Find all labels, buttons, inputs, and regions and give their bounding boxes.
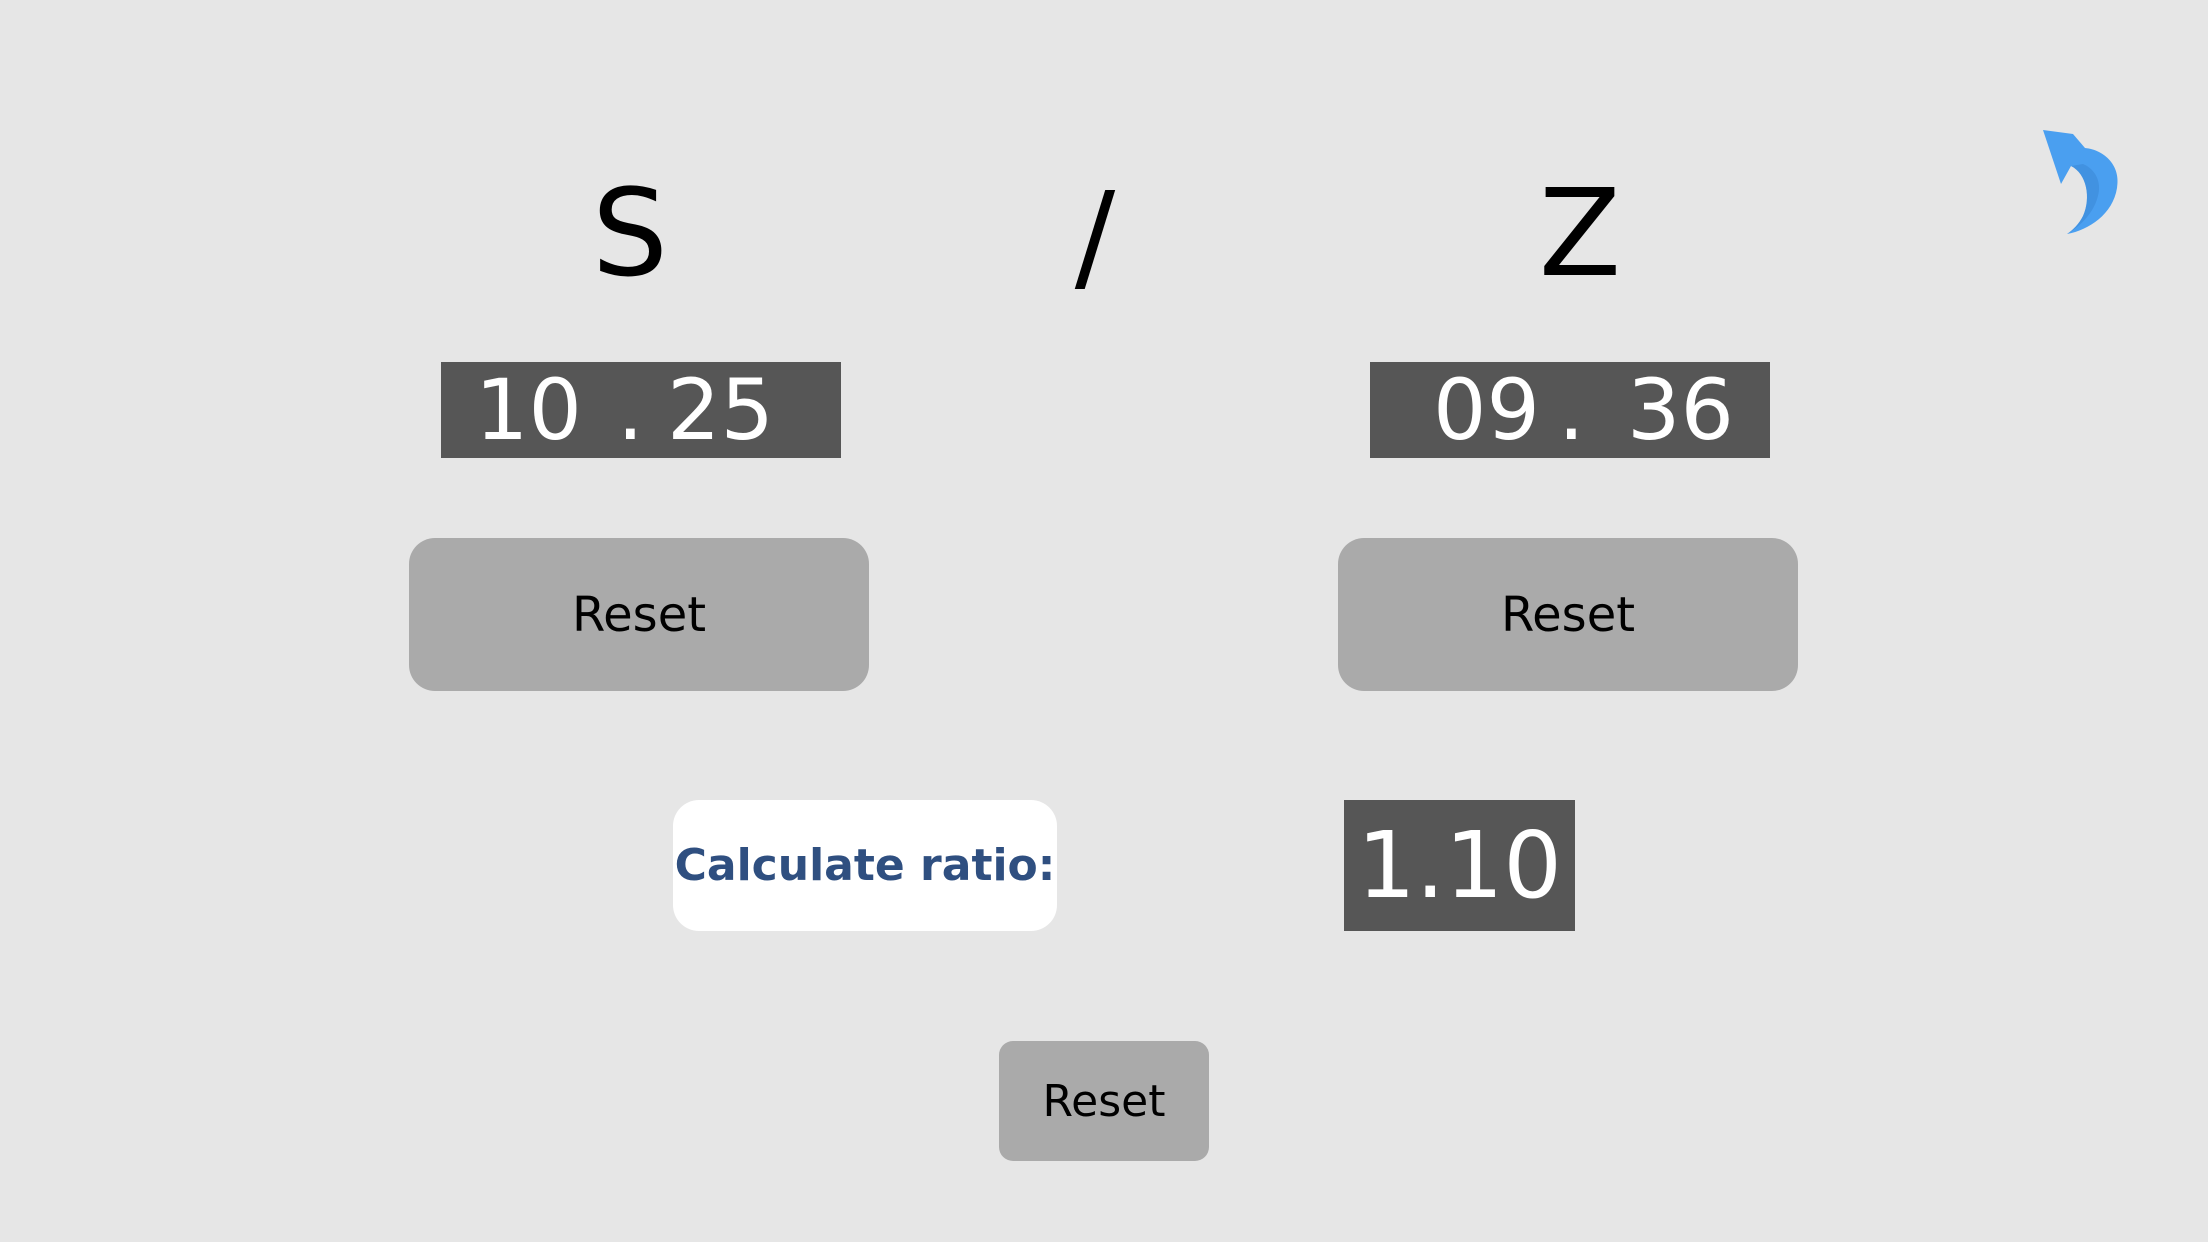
timer-s-dot: . — [617, 361, 644, 459]
back-button[interactable] — [2043, 126, 2127, 236]
ratio-separator: / — [1074, 168, 1116, 307]
reset-all-button[interactable]: Reset — [999, 1041, 1209, 1161]
timer-z-seconds: 09 — [1433, 361, 1540, 459]
timer-s-seconds: 10 — [475, 361, 582, 459]
calculate-ratio-button[interactable]: Calculate ratio: — [673, 800, 1057, 931]
timer-z-fraction: 36 — [1627, 361, 1734, 459]
ratio-result: 1.10 — [1344, 800, 1575, 931]
reset-z-button[interactable]: Reset — [1338, 538, 1798, 691]
label-z: Z — [1538, 165, 1622, 304]
timer-display-z: 09 . 36 — [1370, 362, 1770, 458]
timer-display-s: 10 . 25 — [441, 362, 841, 458]
timer-z-dot: . — [1558, 361, 1585, 459]
undo-arrow-icon — [2043, 130, 2118, 234]
reset-s-button[interactable]: Reset — [409, 538, 869, 691]
label-s: S — [591, 165, 669, 304]
timer-s-fraction: 25 — [667, 361, 774, 459]
